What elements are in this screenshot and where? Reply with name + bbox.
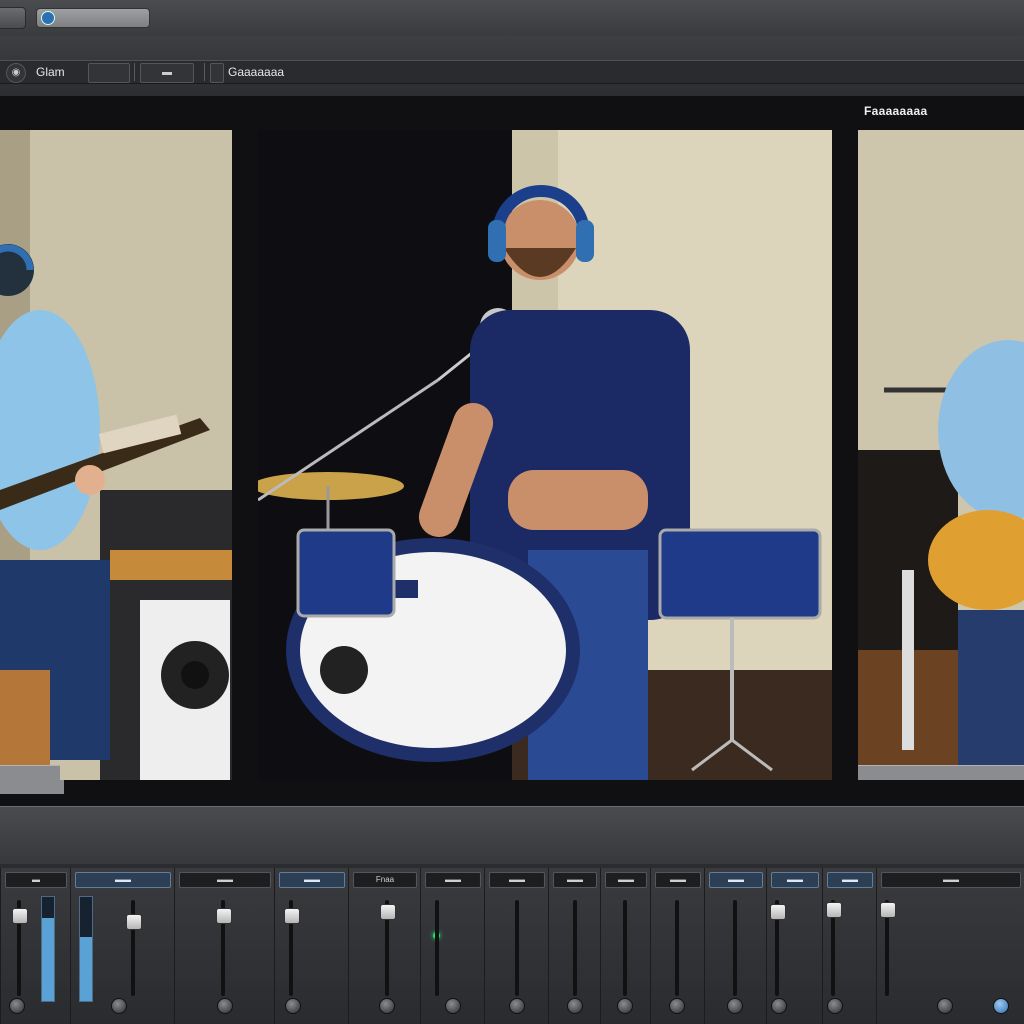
mixer-channel[interactable]: ▬▬ [876, 868, 1024, 1024]
mixer-channel[interactable]: ▬▬ [600, 868, 652, 1024]
channel-label[interactable]: ▬ [5, 872, 67, 888]
mixer-channel[interactable]: ▬▬ [650, 868, 706, 1024]
mixer-channel[interactable]: ▬▬ [704, 868, 768, 1024]
level-meter [41, 896, 55, 1002]
fader-track[interactable] [623, 900, 627, 996]
pan-knob[interactable] [9, 998, 25, 1014]
pan-knob[interactable] [217, 998, 233, 1014]
channel-label[interactable]: ▬▬ [827, 872, 873, 888]
channel-label[interactable]: ▬▬ [425, 872, 481, 888]
mixer-channel[interactable]: ▬▬ [274, 868, 350, 1024]
fader-handle[interactable] [880, 902, 896, 918]
channel-label[interactable]: ▬▬ [605, 872, 647, 888]
guitarist-video-frame [0, 130, 232, 780]
mixer-channel[interactable]: ▬▬ [70, 868, 176, 1024]
fader-track[interactable] [675, 900, 679, 996]
acoustic-video-frame [858, 130, 1024, 780]
panel-status-bar [858, 765, 1024, 780]
fader-handle[interactable] [284, 908, 300, 924]
mixer-channel[interactable]: ▬▬ [548, 868, 602, 1024]
pan-knob[interactable] [937, 998, 953, 1014]
channel-label[interactable]: ▬▬ [771, 872, 819, 888]
channel-label[interactable]: ▬▬ [179, 872, 271, 888]
channel-label[interactable]: ▬▬ [655, 872, 701, 888]
fader-handle[interactable] [126, 914, 142, 930]
mixer-header [0, 806, 1024, 865]
mode-toggle[interactable] [210, 63, 224, 83]
channel-label[interactable]: ▬▬ [489, 872, 545, 888]
drummer-video-frame [258, 130, 832, 780]
mixer-channel[interactable]: ▬▬ [174, 868, 276, 1024]
monitor-icon[interactable]: ◉ [6, 63, 26, 83]
toolbar-divider [204, 63, 205, 81]
channel-label[interactable]: ▬▬ [75, 872, 171, 888]
fader-handle[interactable] [826, 902, 842, 918]
mixer-channel[interactable]: ▬▬ [484, 868, 550, 1024]
viewer-caption: Faaaaaaaa [864, 104, 928, 118]
video-panel-drums[interactable] [258, 130, 832, 780]
master-knob[interactable] [993, 998, 1009, 1014]
fader-handle[interactable] [770, 904, 786, 920]
pan-knob[interactable] [111, 998, 127, 1014]
pan-knob[interactable] [617, 998, 633, 1014]
mode-label[interactable]: Gaaaaaaa [228, 64, 284, 80]
mixer-channel[interactable]: ▬▬ [420, 868, 486, 1024]
level-meter [79, 896, 93, 1002]
record-icon[interactable] [41, 11, 55, 25]
channel-label[interactable]: ▬▬ [709, 872, 763, 888]
fader-handle[interactable] [380, 904, 396, 920]
fader-track[interactable] [515, 900, 519, 996]
mixer-channel[interactable]: ▬▬ [766, 868, 824, 1024]
pan-knob[interactable] [669, 998, 685, 1014]
title-bar [0, 0, 1024, 37]
panel-status-bar [0, 765, 60, 780]
mixer-channel[interactable]: Fnaa [348, 868, 422, 1024]
video-panel-guitar[interactable] [0, 130, 232, 780]
pan-knob[interactable] [445, 998, 461, 1014]
video-viewer: Faaaaaaaa [0, 96, 1024, 806]
tempo-field[interactable]: ▬ [140, 63, 194, 83]
pan-knob[interactable] [285, 998, 301, 1014]
transport-field[interactable] [36, 8, 150, 28]
toolbar: ◉ Glam ▬ Gaaaaaaa [0, 36, 1024, 96]
pan-knob[interactable] [727, 998, 743, 1014]
mixer-channel[interactable]: ▬ [0, 868, 72, 1024]
window-button[interactable] [0, 7, 26, 29]
video-panel-acoustic[interactable] [858, 130, 1024, 780]
viewer-status-left [0, 780, 64, 794]
pan-knob[interactable] [567, 998, 583, 1014]
mixer-console: ▬ ▬▬ ▬▬ ▬▬ Fnaa ▬▬ ▬▬ ▬▬ ▬▬ ▬▬ ▬▬ ▬▬ ▬▬ … [0, 864, 1024, 1024]
fader-track[interactable] [573, 900, 577, 996]
channel-label[interactable]: ▬▬ [279, 872, 345, 888]
fader-handle[interactable] [12, 908, 28, 924]
pan-knob[interactable] [771, 998, 787, 1014]
channel-label[interactable]: ▬▬ [881, 872, 1021, 888]
fader-track[interactable] [733, 900, 737, 996]
pan-knob[interactable] [509, 998, 525, 1014]
mixer-channel[interactable]: ▬▬ [822, 868, 878, 1024]
channel-label[interactable]: Fnaa [353, 872, 417, 888]
project-dropdown[interactable] [88, 63, 130, 83]
fader-handle[interactable] [216, 908, 232, 924]
toolbar-divider [134, 63, 135, 81]
fader-track[interactable] [435, 900, 439, 996]
pan-knob[interactable] [379, 998, 395, 1014]
project-label[interactable]: Glam [36, 64, 65, 80]
channel-label[interactable]: ▬▬ [553, 872, 597, 888]
pan-knob[interactable] [827, 998, 843, 1014]
